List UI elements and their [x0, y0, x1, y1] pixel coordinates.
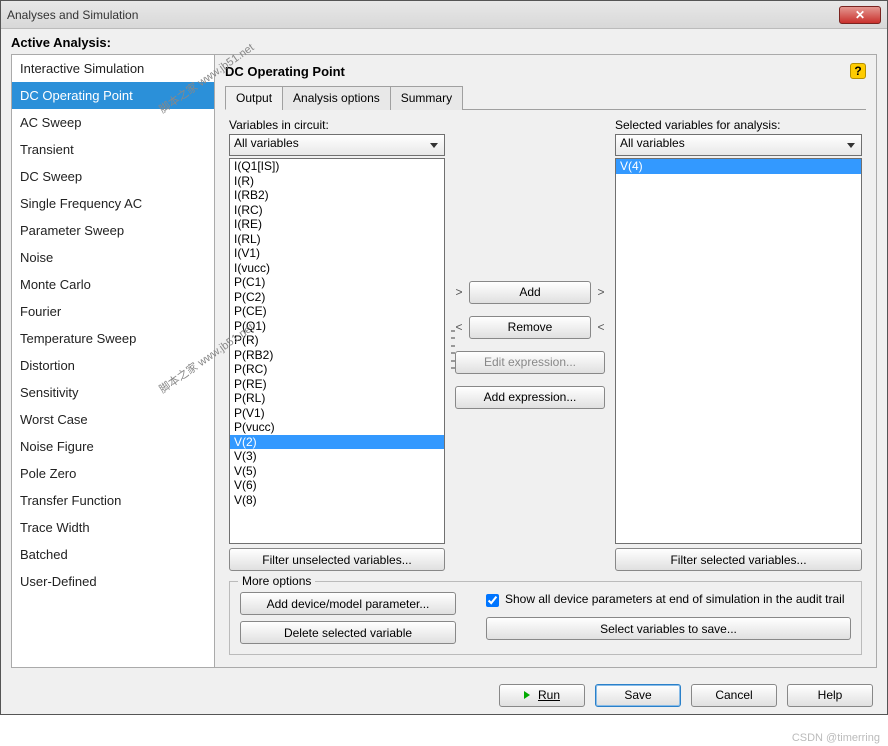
analyses-simulation-window: Analyses and Simulation ✕ Active Analysi… [0, 0, 888, 715]
dialog-footer: Run Save Cancel Help [1, 676, 887, 714]
sidebar-item-ac-sweep[interactable]: AC Sweep [12, 109, 214, 136]
sidebar-item-dc-operating-point[interactable]: DC Operating Point [12, 82, 214, 109]
list-item[interactable]: V(8) [230, 493, 444, 508]
select-variables-to-save-button[interactable]: Select variables to save... [486, 617, 851, 640]
list-item[interactable]: I(R) [230, 174, 444, 189]
list-item[interactable]: V(4) [616, 159, 861, 174]
titlebar: Analyses and Simulation ✕ [1, 1, 887, 29]
show-all-parameters-checkbox[interactable] [486, 594, 499, 607]
list-item[interactable]: V(2) [230, 435, 444, 450]
more-options-group: More options Add device/model parameter.… [229, 581, 862, 655]
list-item[interactable]: P(C2) [230, 290, 444, 305]
tab-analysis-options[interactable]: Analysis options [282, 86, 391, 110]
more-options-legend: More options [238, 574, 315, 588]
chevron-right-icon: > [455, 285, 463, 299]
cancel-button[interactable]: Cancel [691, 684, 777, 707]
sidebar-item-batched[interactable]: Batched [12, 541, 214, 568]
sidebar-item-fourier[interactable]: Fourier [12, 298, 214, 325]
transfer-controls: >Add> <Remove< Edit expression... Add ex… [455, 118, 605, 571]
list-item[interactable]: P(R) [230, 333, 444, 348]
output-tab-content: Variables in circuit: All variables I(Q1… [225, 110, 866, 659]
list-item[interactable]: I(RC) [230, 203, 444, 218]
variables-in-circuit-label: Variables in circuit: [229, 118, 445, 132]
sidebar-item-parameter-sweep[interactable]: Parameter Sweep [12, 217, 214, 244]
filter-selected-button[interactable]: Filter selected variables... [615, 548, 862, 571]
sidebar-item-transfer-function[interactable]: Transfer Function [12, 487, 214, 514]
sidebar-item-noise-figure[interactable]: Noise Figure [12, 433, 214, 460]
list-item[interactable]: V(3) [230, 449, 444, 464]
save-button[interactable]: Save [595, 684, 681, 707]
sidebar-item-dc-sweep[interactable]: DC Sweep [12, 163, 214, 190]
list-item[interactable]: P(Q1) [230, 319, 444, 334]
run-button[interactable]: Run [499, 684, 585, 707]
list-item[interactable]: P(C1) [230, 275, 444, 290]
list-item[interactable]: I(Q1[IS]) [230, 159, 444, 174]
sidebar-item-single-frequency-ac[interactable]: Single Frequency AC [12, 190, 214, 217]
sidebar-item-distortion[interactable]: Distortion [12, 352, 214, 379]
selected-variables-listbox[interactable]: V(4) [615, 158, 862, 544]
right-vars-combo[interactable]: All variables [615, 134, 862, 156]
play-icon [524, 691, 530, 699]
list-item[interactable]: P(vucc) [230, 420, 444, 435]
left-vars-combo[interactable]: All variables [229, 134, 445, 156]
close-icon: ✕ [855, 8, 865, 22]
main-title: DC Operating Point [225, 64, 850, 79]
list-item[interactable]: P(CE) [230, 304, 444, 319]
sidebar-item-interactive-simulation[interactable]: Interactive Simulation [12, 55, 214, 82]
sidebar-item-pole-zero[interactable]: Pole Zero [12, 460, 214, 487]
list-item[interactable]: I(RL) [230, 232, 444, 247]
sidebar-item-temperature-sweep[interactable]: Temperature Sweep [12, 325, 214, 352]
list-item[interactable]: V(5) [230, 464, 444, 479]
sidebar-item-monte-carlo[interactable]: Monte Carlo [12, 271, 214, 298]
list-item[interactable]: P(RC) [230, 362, 444, 377]
sidebar-item-worst-case[interactable]: Worst Case [12, 406, 214, 433]
selected-variables-label: Selected variables for analysis: [615, 118, 862, 132]
edit-expression-button[interactable]: Edit expression... [455, 351, 605, 374]
sidebar-item-noise[interactable]: Noise [12, 244, 214, 271]
analysis-sidebar: Interactive SimulationDC Operating Point… [11, 54, 215, 668]
tab-output[interactable]: Output [225, 86, 283, 110]
sidebar-item-transient[interactable]: Transient [12, 136, 214, 163]
list-item[interactable]: I(V1) [230, 246, 444, 261]
remove-button[interactable]: Remove [469, 316, 591, 339]
list-item[interactable]: I(RE) [230, 217, 444, 232]
tab-summary[interactable]: Summary [390, 86, 463, 110]
chevron-right-icon: > [597, 285, 605, 299]
list-item[interactable]: I(RB2) [230, 188, 444, 203]
delete-selected-variable-button[interactable]: Delete selected variable [240, 621, 456, 644]
add-device-parameter-button[interactable]: Add device/model parameter... [240, 592, 456, 615]
list-item[interactable]: P(RE) [230, 377, 444, 392]
help-icon[interactable]: ? [850, 63, 866, 79]
list-item[interactable]: I(vucc) [230, 261, 444, 276]
list-item[interactable]: P(RB2) [230, 348, 444, 363]
sidebar-item-sensitivity[interactable]: Sensitivity [12, 379, 214, 406]
sidebar-item-user-defined[interactable]: User-Defined [12, 568, 214, 595]
tab-bar: OutputAnalysis optionsSummary [225, 85, 866, 110]
list-item[interactable]: P(RL) [230, 391, 444, 406]
list-item[interactable]: P(V1) [230, 406, 444, 421]
add-button[interactable]: Add [469, 281, 591, 304]
filter-unselected-button[interactable]: Filter unselected variables... [229, 548, 445, 571]
sidebar-item-trace-width[interactable]: Trace Width [12, 514, 214, 541]
chevron-left-icon: < [597, 320, 605, 334]
list-item[interactable]: V(6) [230, 478, 444, 493]
circuit-variables-listbox[interactable]: I(Q1[IS])I(R)I(RB2)I(RC)I(RE)I(RL)I(V1)I… [229, 158, 445, 544]
close-button[interactable]: ✕ [839, 6, 881, 24]
window-title: Analyses and Simulation [7, 8, 839, 22]
add-expression-button[interactable]: Add expression... [455, 386, 605, 409]
dialog-body: Interactive SimulationDC Operating Point… [1, 54, 887, 676]
main-panel: DC Operating Point ? OutputAnalysis opti… [215, 54, 877, 668]
show-all-parameters-label: Show all device parameters at end of sim… [505, 592, 845, 606]
show-all-parameters-checkbox-row[interactable]: Show all device parameters at end of sim… [486, 592, 851, 607]
csdn-attribution: CSDN @timerring [792, 732, 880, 744]
help-button[interactable]: Help [787, 684, 873, 707]
active-analysis-header: Active Analysis: [1, 29, 887, 54]
